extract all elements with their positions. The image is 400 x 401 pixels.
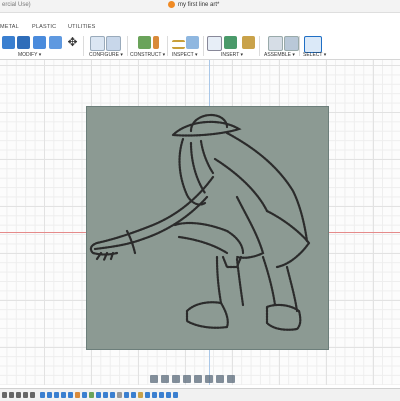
pan-icon[interactable] [161,375,169,383]
toolbar: ✥ MODIFY ▾ CONFIGURE ▾ CONSTRUCT ▾ INSPE… [0,33,400,60]
timeline-feature[interactable] [47,392,52,398]
timeline-start-icon[interactable] [2,392,7,398]
separator [203,36,204,56]
timeline-feature[interactable] [131,392,136,398]
shell-icon[interactable] [33,36,46,49]
document-tab[interactable]: my first line art* [168,1,219,8]
select-menu[interactable]: SELECT ▾ [303,52,326,58]
fit-icon[interactable] [183,375,191,383]
separator [259,36,260,56]
insert-mesh-icon[interactable] [242,36,255,49]
section-analysis-icon[interactable] [186,36,199,49]
timeline [0,388,400,401]
insert-derive-icon[interactable] [207,36,222,51]
tab-plastic[interactable]: PLASTIC [32,24,56,30]
line-art-figure [89,113,311,331]
timeline-play-icon[interactable] [16,392,21,398]
timeline-feature[interactable] [138,392,143,398]
configure-table-icon[interactable] [90,36,105,51]
timeline-prev-icon[interactable] [9,392,14,398]
orbit-icon[interactable] [150,375,158,383]
timeline-feature[interactable] [152,392,157,398]
offset-plane-icon[interactable] [138,36,151,49]
tab-utilities[interactable]: UTILITIES [68,24,95,30]
timeline-feature[interactable] [40,392,45,398]
timeline-feature[interactable] [82,392,87,398]
timeline-end-icon[interactable] [30,392,35,398]
grid-icon[interactable] [216,375,224,383]
timeline-feature[interactable] [75,392,80,398]
zoom-icon[interactable] [172,375,180,383]
insert-menu[interactable]: INSERT ▾ [221,52,243,58]
tab-metal[interactable]: METAL [0,24,19,30]
measure-icon[interactable] [172,40,185,49]
separator [83,36,84,56]
timeline-feature[interactable] [96,392,101,398]
timeline-feature[interactable] [68,392,73,398]
timeline-next-icon[interactable] [23,392,28,398]
fillet-icon[interactable] [17,36,30,49]
timeline-feature[interactable] [110,392,115,398]
separator [127,36,128,56]
timeline-feature[interactable] [173,392,178,398]
document-title: my first line art* [178,1,220,8]
timeline-feature[interactable] [89,392,94,398]
construct-axis-icon[interactable] [153,36,159,49]
separator [167,36,168,56]
configure-menu[interactable]: CONFIGURE ▾ [89,52,123,58]
navigation-bar [150,375,235,383]
move-icon[interactable]: ✥ [66,36,79,49]
timeline-feature[interactable] [124,392,129,398]
new-component-icon[interactable] [268,36,283,51]
select-icon[interactable] [304,36,322,53]
separator [299,36,300,56]
workspace-tabs: METAL PLASTIC UTILITIES [0,24,400,33]
inspect-menu[interactable]: INSPECT ▾ [172,52,197,58]
configure-rule-icon[interactable] [106,36,121,51]
title-bar: ercial Use) my first line art* [0,0,400,13]
construct-menu[interactable]: CONSTRUCT ▾ [130,52,165,58]
assemble-menu[interactable]: ASSEMBLE ▾ [264,52,295,58]
timeline-feature[interactable] [61,392,66,398]
press-pull-icon[interactable] [2,36,15,49]
viewports-icon[interactable] [227,375,235,383]
canvas-plate[interactable] [86,106,329,350]
app-logo-icon [168,1,175,8]
combine-icon[interactable] [49,36,62,49]
window-title-fragment: ercial Use) [2,2,31,8]
insert-canvas-icon[interactable] [224,36,237,49]
timeline-feature[interactable] [145,392,150,398]
display-settings-icon[interactable] [205,375,213,383]
timeline-feature[interactable] [166,392,171,398]
modify-menu[interactable]: MODIFY ▾ [18,52,41,58]
timeline-feature[interactable] [117,392,122,398]
timeline-feature[interactable] [103,392,108,398]
timeline-feature[interactable] [54,392,59,398]
look-at-icon[interactable] [194,375,202,383]
timeline-feature[interactable] [159,392,164,398]
joint-icon[interactable] [284,36,299,51]
